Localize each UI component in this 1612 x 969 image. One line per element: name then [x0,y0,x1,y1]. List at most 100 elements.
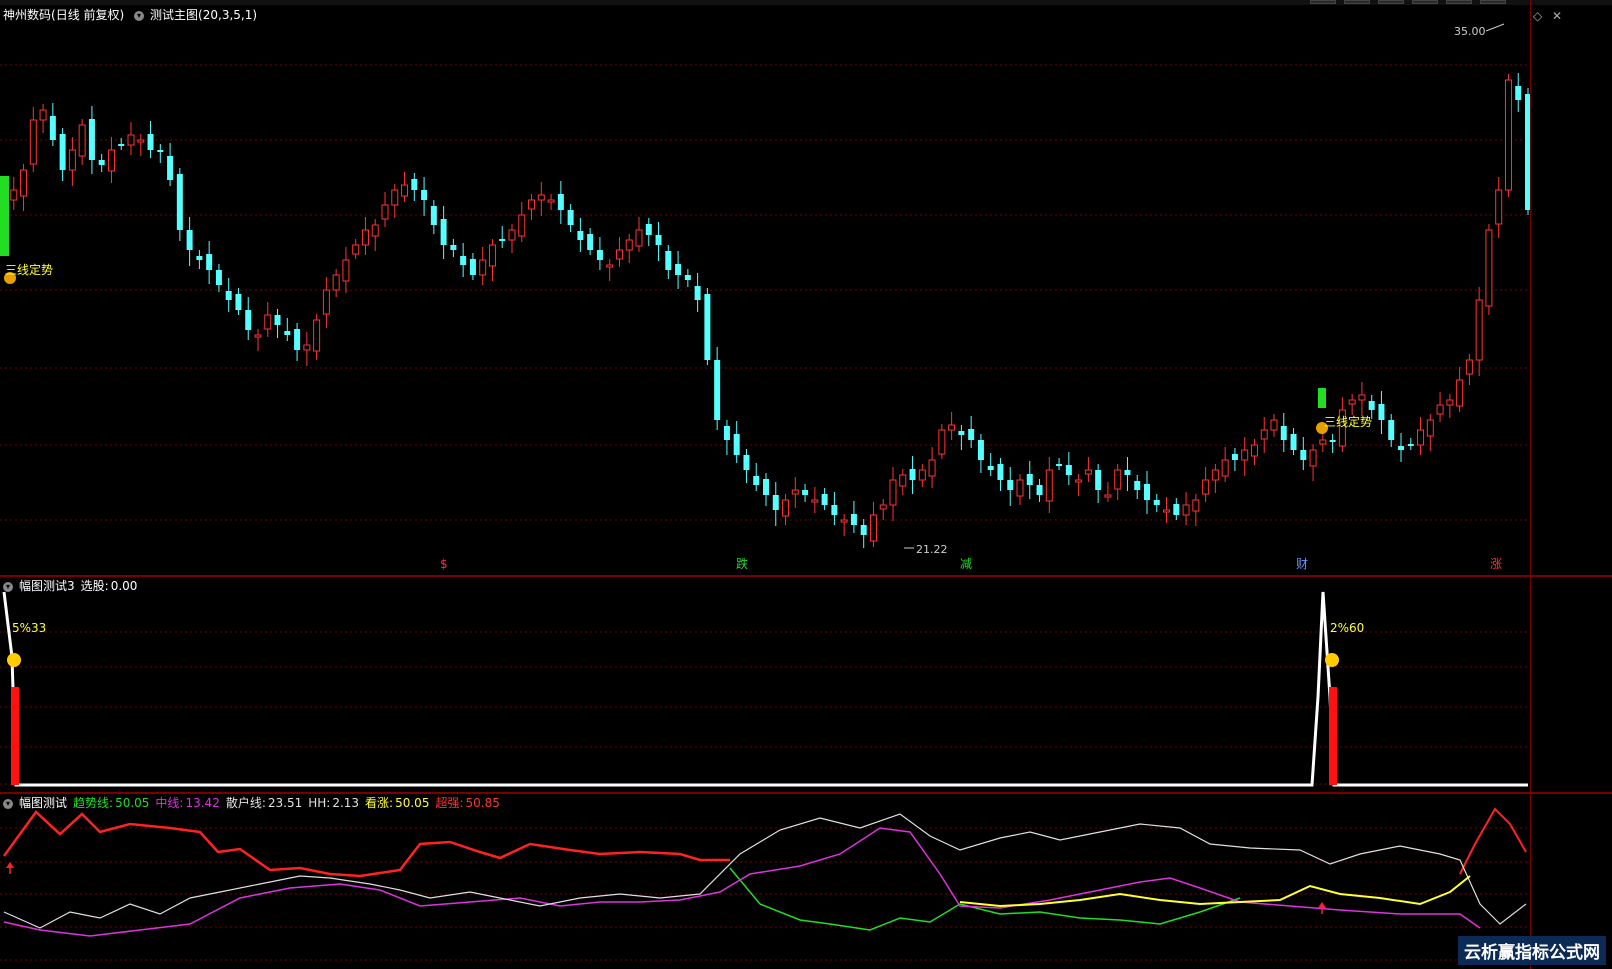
candle-body [840,519,848,523]
candle-body [59,134,66,170]
candle-body [518,214,526,237]
candle-body [655,235,662,245]
candle-body [763,479,769,495]
candle-body [1398,446,1404,450]
candle-body [635,229,643,247]
candle-body [1378,404,1385,420]
candle-body [137,139,145,143]
candle-body [889,479,897,506]
candle-body [1300,450,1307,460]
low-price-label: 21.22 [916,543,948,556]
candle-body [167,156,174,180]
candle-body [313,319,321,352]
candle-body [625,239,633,251]
candle-body [274,315,281,325]
candle-body [1173,504,1180,515]
candle-body [421,190,428,200]
candle-body [245,310,252,330]
bottom-marker: 减 [960,557,972,571]
smiley-icon [1325,653,1339,667]
candle-body [1192,499,1200,512]
bottom-marker: 涨 [1490,556,1502,571]
candle-body [342,259,350,282]
candle-body [1475,299,1483,361]
close-icon[interactable]: ✕ [1552,9,1562,23]
candle-body [958,431,965,435]
candle-body [694,286,701,300]
candle-body [1250,444,1258,457]
candle-body [284,331,291,335]
signal-bar [0,176,9,256]
candle-body [20,169,28,197]
candle-body [802,490,809,495]
chart-window: 神州数码(日线 前复权) ▾ 测试主图(20,3,5,1) ◇ ✕ 三线定势 三线定… [0,0,1612,969]
candle-body [733,434,740,455]
candle-body [1084,469,1092,475]
candle-body [1065,465,1072,475]
candle-body [215,270,222,285]
candle-body [254,334,262,338]
candle-body [1056,464,1063,466]
sub2-chart[interactable] [0,794,1530,969]
candle-body [49,116,56,140]
signal-label: 三线定势 [1324,414,1372,429]
sub1-chart[interactable] [0,577,1530,792]
candle-body [371,224,379,237]
candle-body [98,160,105,165]
smiley-icon [7,653,21,667]
candle-body [1495,189,1503,225]
candle-body [977,440,984,460]
candle-body [1456,379,1464,407]
candle-body [1290,434,1297,450]
candle-body [206,254,213,270]
candle-body [1515,86,1522,100]
candle-body [1388,420,1395,440]
candle-body [1417,429,1425,446]
signal-bar [1329,687,1337,785]
candlestick-chart[interactable]: 三线定势三线定势35.0021.22$ 跌减财涨 [0,0,1530,575]
candle-body [567,210,574,225]
candle-body [488,244,496,267]
candle-body [615,249,623,260]
candle-body [1329,440,1336,442]
candle-body [928,459,936,477]
candle-body [411,179,418,190]
candle-body [225,291,232,300]
candle-body [1095,470,1102,490]
candle-body [1241,449,1249,461]
candle-body [743,455,750,470]
candle-body [88,119,95,160]
candle-body [176,174,183,230]
candle-body [1144,484,1150,500]
candle-body [1358,394,1366,401]
candle-body [587,234,594,250]
candle-body [860,525,867,535]
signal-label: 三线定势 [5,262,53,277]
candle-body [557,194,564,210]
candle-body [186,230,193,250]
candle-body [987,466,994,470]
candles [0,73,1530,548]
candle-body [675,264,682,275]
candle-body [606,264,614,268]
trend-line [729,867,1241,931]
diamond-icon[interactable]: ◇ [1533,9,1542,23]
candle-body [899,474,907,487]
candle-body [147,134,154,150]
candle-body [1026,474,1033,485]
bottom-marker: 财 [1296,557,1308,571]
trend-strong-line [1459,807,1527,875]
candle-body [1163,509,1171,513]
candle-body [811,499,819,503]
candle-body [1124,470,1131,475]
candle-body [665,251,672,270]
candle-body [1221,459,1229,477]
candle-body [918,469,926,481]
candle-body [1202,479,1210,495]
candle-body [1153,500,1160,505]
high-arrow [1485,23,1505,32]
candle-body [782,499,790,517]
candle-body [869,514,877,542]
candle-body [264,314,272,330]
candle-body [127,134,135,146]
